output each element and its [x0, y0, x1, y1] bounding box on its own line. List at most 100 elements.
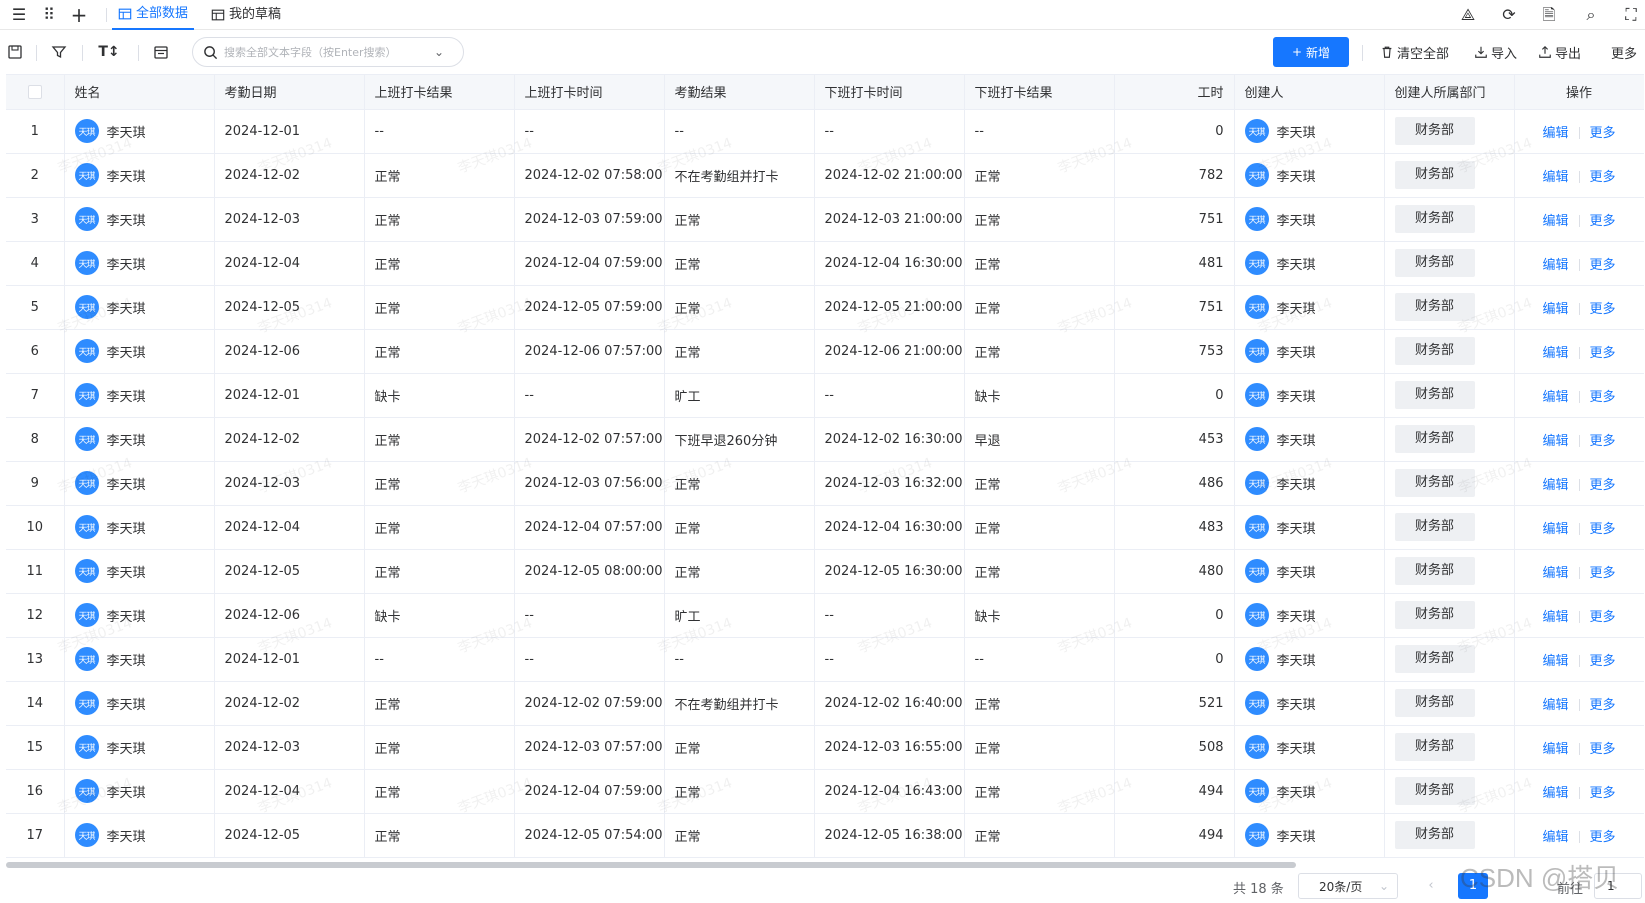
table-row[interactable]: 16 天琪 李天琪 2024-12-04 正常 2024-12-04 07:59:00 正常… — [6, 769, 1644, 814]
out-time-cell[interactable]: 2024-12-04 16:30:00 — [814, 241, 965, 286]
column-header[interactable]: 姓名 — [64, 75, 215, 110]
creator-cell[interactable]: 天琪 李天琪 — [1234, 285, 1385, 330]
result-cell[interactable]: 不在考勤组并打卡 — [664, 153, 815, 198]
date-cell[interactable]: 2024-12-03 — [214, 461, 365, 506]
more-button[interactable]: 更多 — [1611, 42, 1637, 62]
creator-cell[interactable]: 天琪 李天琪 — [1234, 681, 1385, 726]
fullscreen-icon[interactable]: ⛶ — [1620, 4, 1642, 26]
table-row[interactable]: 1 天琪 李天琪 2024-12-01 -- -- -- -- -- 0 天琪 李天琪 财务部 编辑 更多 — [6, 109, 1644, 154]
creator-cell[interactable]: 天琪 李天琪 — [1234, 329, 1385, 374]
tab-all-data[interactable]: 全部数据 — [112, 0, 195, 30]
column-header[interactable]: 上班打卡时间 — [514, 75, 665, 110]
result-cell[interactable]: -- — [664, 109, 815, 154]
date-cell[interactable]: 2024-12-03 — [214, 197, 365, 242]
name-cell[interactable]: 天琪 李天琪 — [64, 417, 215, 462]
result-cell[interactable]: 旷工 — [664, 373, 815, 418]
date-cell[interactable]: 2024-12-04 — [214, 505, 365, 550]
more-link[interactable]: 更多 — [1590, 698, 1616, 713]
date-cell[interactable]: 2024-12-06 — [214, 329, 365, 374]
filter-icon[interactable] — [48, 41, 70, 63]
out-time-cell[interactable]: 2024-12-04 16:43:00 — [814, 769, 965, 814]
table-row[interactable]: 6 天琪 李天琪 2024-12-06 正常 2024-12-06 07:57:00 正常 2… — [6, 329, 1644, 374]
in-result-cell[interactable]: 缺卡 — [364, 593, 515, 638]
out-time-cell[interactable]: -- — [814, 593, 965, 638]
in-result-cell[interactable]: 正常 — [364, 813, 515, 858]
in-time-cell[interactable]: -- — [514, 637, 665, 682]
in-time-cell[interactable]: 2024-12-04 07:57:00 — [514, 505, 665, 550]
dept-tag[interactable]: 财务部 — [1394, 381, 1475, 409]
dept-tag[interactable]: 财务部 — [1394, 293, 1475, 321]
table-row[interactable]: 4 天琪 李天琪 2024-12-04 正常 2024-12-04 07:59:00 正常 2… — [6, 241, 1644, 286]
search-input[interactable] — [224, 45, 434, 59]
horizontal-scrollbar[interactable] — [6, 862, 1296, 868]
page-size-select[interactable]: 20条/页 ⌄ — [1298, 873, 1398, 899]
hours-cell[interactable]: 494 — [1114, 813, 1235, 858]
table-row[interactable]: 17 天琪 李天琪 2024-12-05 正常 2024-12-05 07:54:00 正常… — [6, 813, 1644, 858]
edit-link[interactable]: 编辑 — [1542, 698, 1568, 713]
creator-cell[interactable]: 天琪 李天琪 — [1234, 197, 1385, 242]
creator-cell[interactable]: 天琪 李天琪 — [1234, 813, 1385, 858]
creator-cell[interactable]: 天琪 李天琪 — [1234, 417, 1385, 462]
creator-cell[interactable]: 天琪 李天琪 — [1234, 593, 1385, 638]
dept-tag[interactable]: 财务部 — [1394, 557, 1475, 585]
name-cell[interactable]: 天琪 李天琪 — [64, 725, 215, 770]
in-time-cell[interactable]: 2024-12-04 07:59:00 — [514, 769, 665, 814]
in-time-cell[interactable]: 2024-12-06 07:57:00 — [514, 329, 665, 374]
in-time-cell[interactable]: 2024-12-04 07:59:00 — [514, 241, 665, 286]
out-time-cell[interactable]: -- — [814, 109, 965, 154]
result-cell[interactable]: 正常 — [664, 241, 815, 286]
more-link[interactable]: 更多 — [1590, 610, 1616, 625]
tab-my-drafts[interactable]: 我的草稿 — [205, 0, 287, 30]
clear-all-button[interactable]: 清空全部 — [1380, 42, 1449, 62]
select-all-cell[interactable] — [6, 75, 65, 110]
hours-cell[interactable]: 0 — [1114, 593, 1235, 638]
hours-cell[interactable]: 483 — [1114, 505, 1235, 550]
name-cell[interactable]: 天琪 李天琪 — [64, 637, 215, 682]
chevron-down-icon[interactable]: ⌄ — [434, 45, 444, 59]
table-row[interactable]: 13 天琪 李天琪 2024-12-01 -- -- -- -- -- 0 天琪 李天琪 财务部 编辑 更多 — [6, 637, 1644, 682]
hours-cell[interactable]: 453 — [1114, 417, 1235, 462]
column-header[interactable]: 上班打卡结果 — [364, 75, 515, 110]
in-time-cell[interactable]: 2024-12-05 08:00:00 — [514, 549, 665, 594]
name-cell[interactable]: 天琪 李天琪 — [64, 285, 215, 330]
dept-tag[interactable]: 财务部 — [1394, 513, 1475, 541]
in-time-cell[interactable]: 2024-12-03 07:59:00 — [514, 197, 665, 242]
column-header[interactable]: 工时 — [1114, 75, 1235, 110]
dept-tag[interactable]: 财务部 — [1394, 469, 1475, 497]
table-row[interactable]: 9 天琪 李天琪 2024-12-03 正常 2024-12-03 07:56:00 正常 2… — [6, 461, 1644, 506]
dept-tag[interactable]: 财务部 — [1394, 205, 1475, 233]
edit-link[interactable]: 编辑 — [1542, 126, 1568, 141]
edit-link[interactable]: 编辑 — [1542, 390, 1568, 405]
date-cell[interactable]: 2024-12-02 — [214, 417, 365, 462]
edit-link[interactable]: 编辑 — [1542, 610, 1568, 625]
result-cell[interactable]: -- — [664, 637, 815, 682]
out-time-cell[interactable]: 2024-12-05 16:38:00 — [814, 813, 965, 858]
date-cell[interactable]: 2024-12-05 — [214, 285, 365, 330]
name-cell[interactable]: 天琪 李天琪 — [64, 373, 215, 418]
in-time-cell[interactable]: 2024-12-03 07:56:00 — [514, 461, 665, 506]
search-box[interactable]: ⌄ — [192, 37, 464, 67]
in-result-cell[interactable]: 正常 — [364, 725, 515, 770]
table-row[interactable]: 10 天琪 李天琪 2024-12-04 正常 2024-12-04 07:57:00 正常… — [6, 505, 1644, 550]
out-time-cell[interactable]: 2024-12-02 21:00:00 — [814, 153, 965, 198]
out-result-cell[interactable]: 缺卡 — [964, 373, 1115, 418]
in-result-cell[interactable]: -- — [364, 109, 515, 154]
hours-cell[interactable]: 494 — [1114, 769, 1235, 814]
in-result-cell[interactable]: 正常 — [364, 681, 515, 726]
dept-tag[interactable]: 财务部 — [1394, 821, 1475, 849]
out-time-cell[interactable]: 2024-12-05 16:30:00 — [814, 549, 965, 594]
preview-icon[interactable]: ⌕ — [1580, 4, 1602, 26]
table-row[interactable]: 7 天琪 李天琪 2024-12-01 缺卡 -- 旷工 -- 缺卡 0 天琪 李天琪 财务部 编辑 更多 — [6, 373, 1644, 418]
dept-tag[interactable]: 财务部 — [1394, 733, 1475, 761]
name-cell[interactable]: 天琪 李天琪 — [64, 197, 215, 242]
edit-link[interactable]: 编辑 — [1542, 478, 1568, 493]
hours-cell[interactable]: 0 — [1114, 373, 1235, 418]
creator-cell[interactable]: 天琪 李天琪 — [1234, 725, 1385, 770]
result-cell[interactable]: 正常 — [664, 725, 815, 770]
dept-tag[interactable]: 财务部 — [1394, 161, 1475, 189]
out-result-cell[interactable]: 正常 — [964, 813, 1115, 858]
date-cell[interactable]: 2024-12-05 — [214, 549, 365, 594]
result-cell[interactable]: 正常 — [664, 461, 815, 506]
calendar-view-icon[interactable] — [150, 41, 172, 63]
prev-page-icon[interactable]: ‹ — [1420, 875, 1442, 897]
